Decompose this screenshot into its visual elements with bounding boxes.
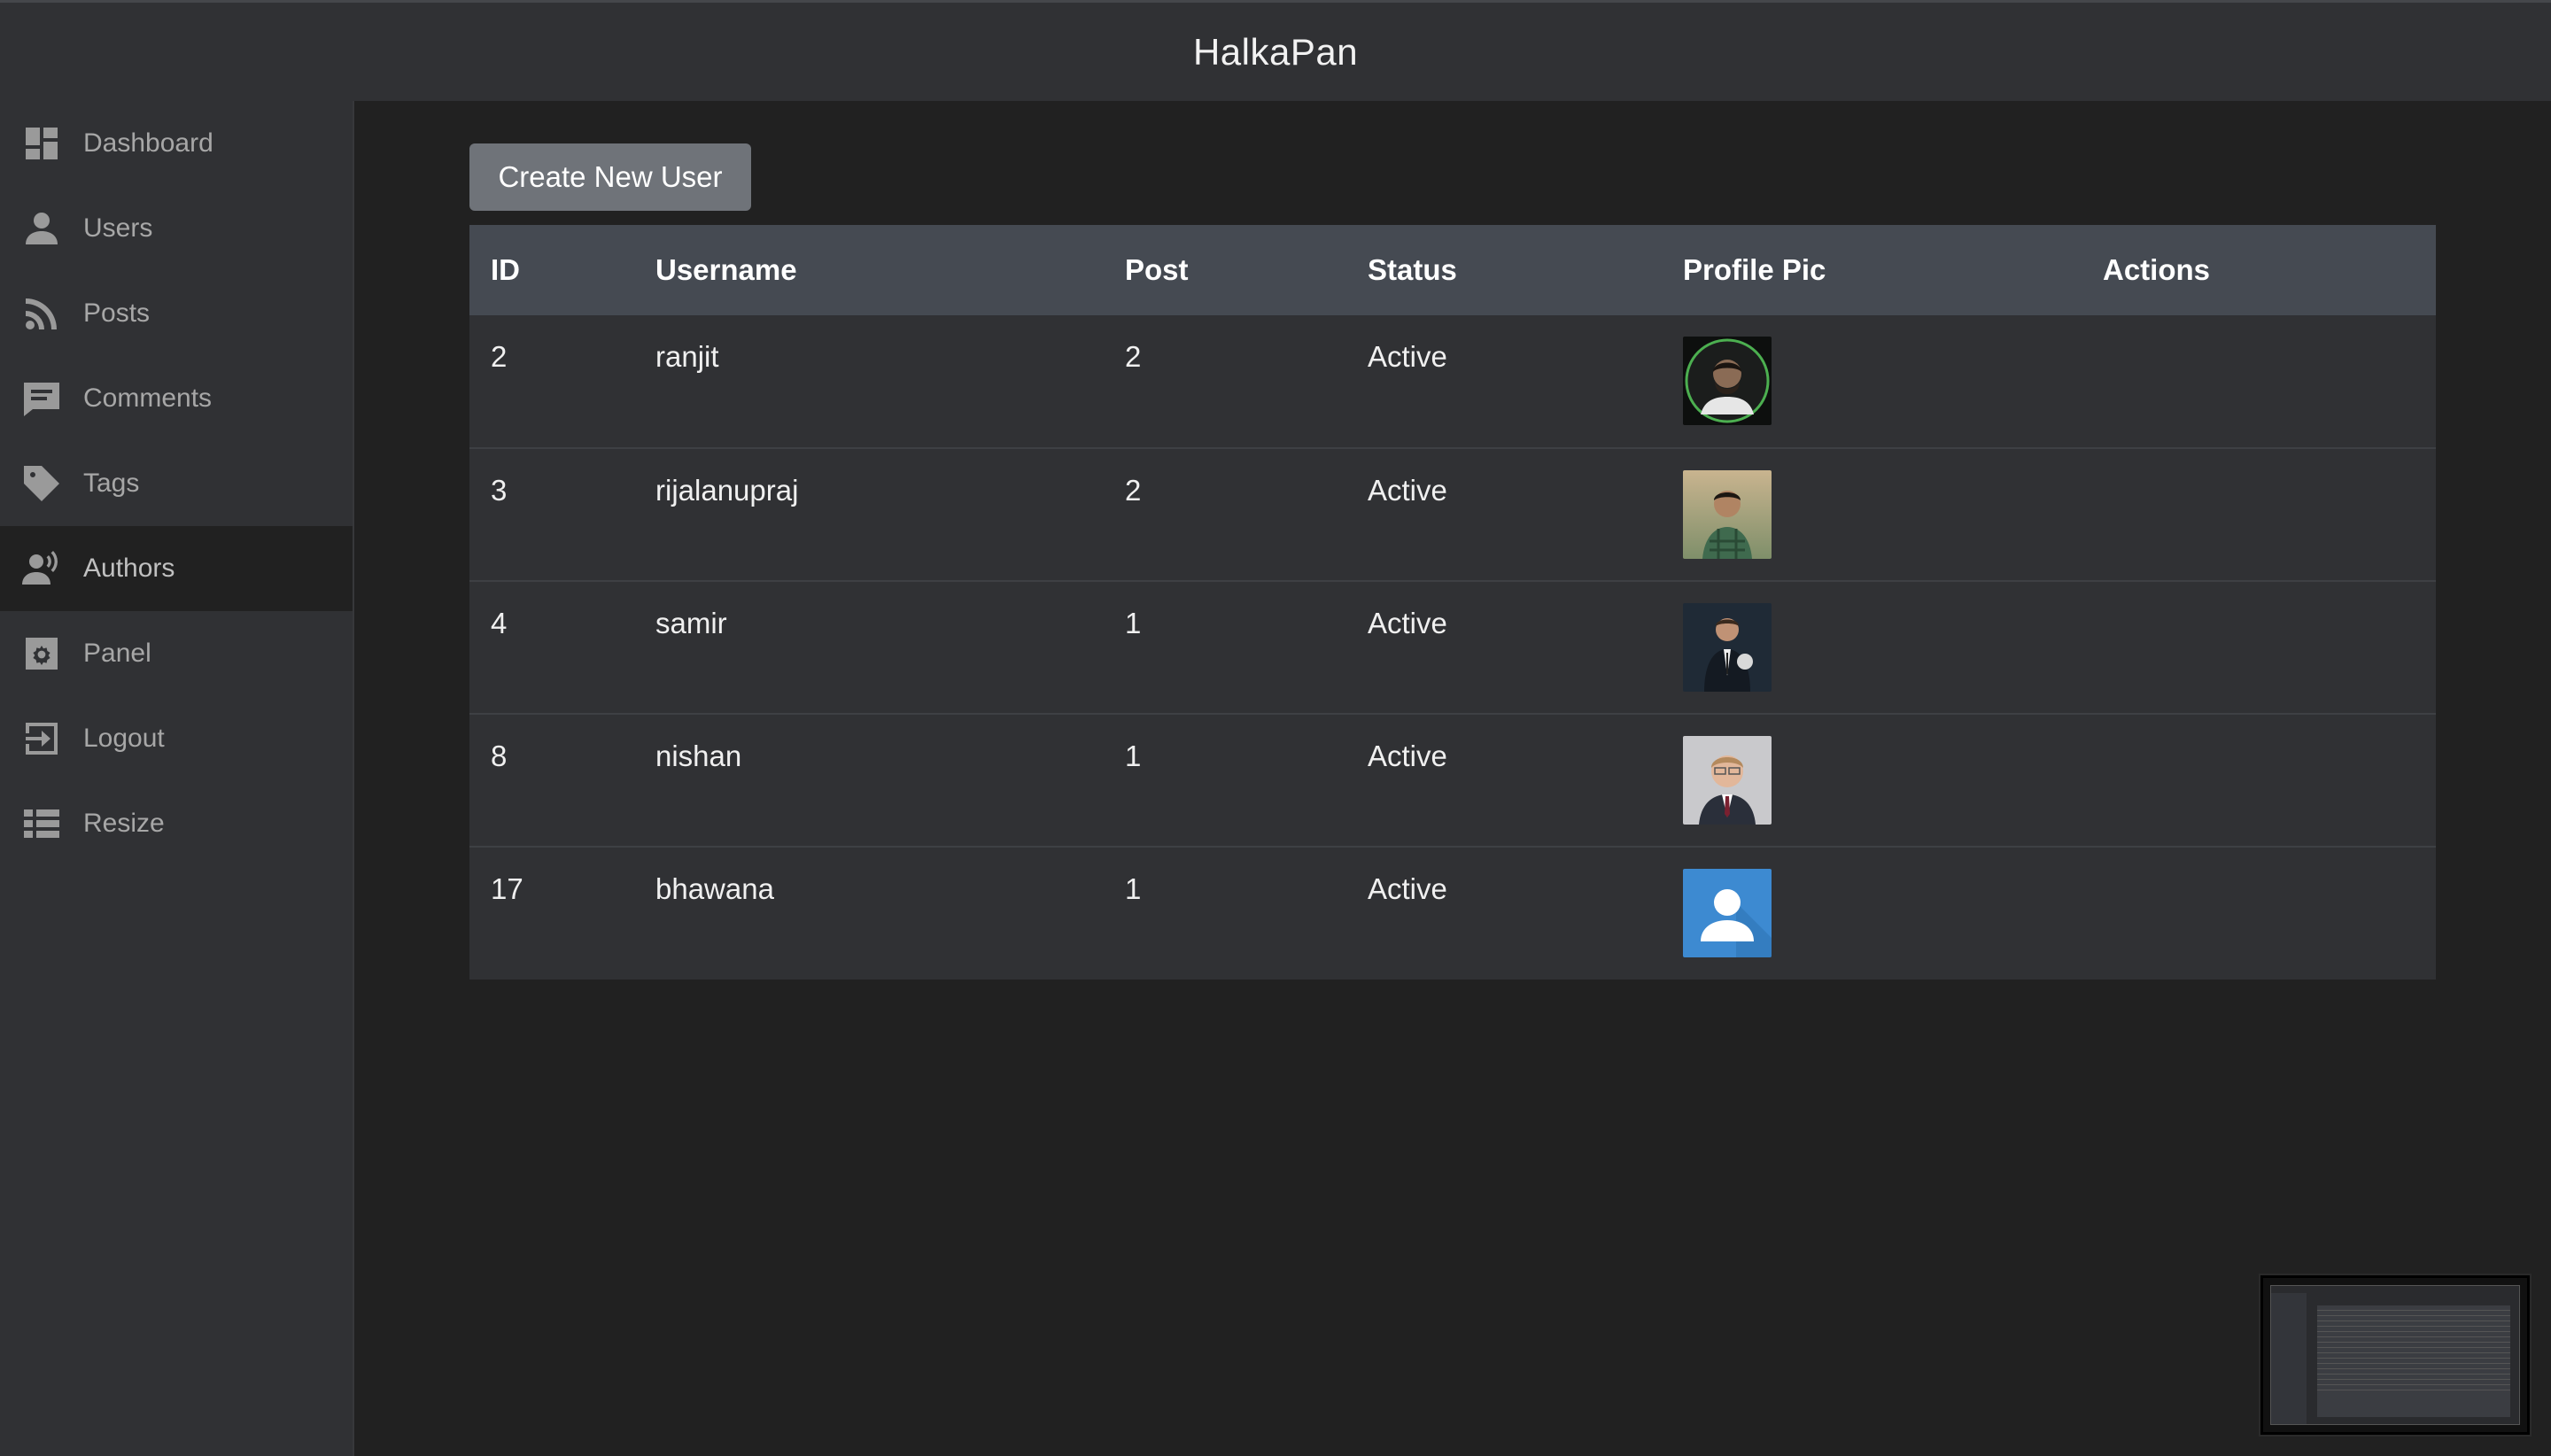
speaker-user-icon [19,546,64,591]
cell-username: samir [655,607,727,639]
sidebar-item-label: Users [83,213,153,243]
sidebar-item-label: Authors [83,554,175,583]
cell-post: 1 [1125,872,1142,905]
list-icon [19,802,64,846]
cell-id: 17 [491,872,523,905]
table-row: 17 bhawana 1 Active [469,847,2436,980]
app-title: HalkaPan [1192,30,1359,73]
sidebar-item-label: Tags [83,469,140,498]
avatar-photo-ranjit [1683,337,1772,425]
column-header-profile-pic[interactable]: Profile Pic [1662,225,2082,315]
avatar-photo-rijalanupraj [1683,470,1772,559]
minimap-sidebar [2271,1293,2307,1424]
column-header-id[interactable]: ID [469,225,634,315]
table-header-row: ID Username Post Status Profile Pic Acti… [469,225,2436,315]
dashboard-icon [19,121,64,166]
column-header-actions[interactable]: Actions [2082,225,2436,315]
cell-actions [2082,847,2436,980]
gear-icon [19,631,64,676]
cell-profile-pic [1662,714,2082,847]
sidebar-item-tags[interactable]: Tags [0,441,353,526]
cell-post: 1 [1125,607,1142,639]
sidebar-item-posts[interactable]: Posts [0,271,353,356]
cell-id: 4 [491,607,508,639]
sidebar-item-resize[interactable]: Resize [0,781,353,866]
avatar-photo-samir [1683,603,1772,692]
cell-profile-pic [1662,581,2082,714]
table-row: 8 nishan 1 Active [469,714,2436,847]
main-content: Create New User ID Username Post Status … [354,101,2551,1456]
cell-post: 2 [1125,340,1142,373]
user-icon [19,206,64,251]
cell-profile-pic [1662,847,2082,980]
sidebar-item-label: Logout [83,724,165,753]
cell-status: Active [1368,474,1447,507]
cell-status: Active [1368,872,1447,905]
cell-username: nishan [655,740,742,772]
cell-profile-pic [1662,315,2082,448]
table-row: 3 rijalanupraj 2 Active [469,448,2436,581]
tag-icon [19,461,64,506]
rss-icon [19,291,64,336]
minimap-table [2317,1305,2510,1417]
create-new-user-button[interactable]: Create New User [469,143,751,211]
sidebar-item-users[interactable]: Users [0,186,353,271]
comment-icon [19,376,64,421]
cell-status: Active [1368,607,1447,639]
cell-username: rijalanupraj [655,474,799,507]
sidebar-item-label: Panel [83,639,151,668]
table-row: 4 samir 1 Active [469,581,2436,714]
minimap-row [2317,1385,2510,1390]
sidebar-item-label: Resize [83,809,165,838]
minimap-preview[interactable] [2260,1275,2530,1435]
cell-username: bhawana [655,872,774,905]
cell-id: 8 [491,740,508,772]
cell-actions [2082,448,2436,581]
sidebar-item-dashboard[interactable]: Dashboard [0,101,353,186]
column-header-post[interactable]: Post [1104,225,1346,315]
logout-icon [19,716,64,761]
cell-actions [2082,581,2436,714]
table-row: 2 ranjit 2 Active [469,315,2436,448]
default-avatar-icon [1683,869,1772,957]
column-header-username[interactable]: Username [634,225,1104,315]
cell-profile-pic [1662,448,2082,581]
sidebar-item-authors[interactable]: Authors [0,526,353,611]
avatar-photo-nishan [1683,736,1772,825]
sidebar-item-label: Comments [83,383,213,413]
sidebar-item-label: Dashboard [83,128,213,158]
cell-id: 3 [491,474,508,507]
cell-post: 1 [1125,740,1142,772]
sidebar: Dashboard Users Posts Comments Tags Auth… [0,101,354,1456]
sidebar-item-comments[interactable]: Comments [0,356,353,441]
sidebar-item-label: Posts [83,298,151,328]
cell-actions [2082,315,2436,448]
cell-id: 2 [491,340,508,373]
column-header-status[interactable]: Status [1346,225,1662,315]
cell-actions [2082,714,2436,847]
sidebar-item-panel[interactable]: Panel [0,611,353,696]
sidebar-item-logout[interactable]: Logout [0,696,353,781]
cell-username: ranjit [655,340,719,373]
cell-status: Active [1368,740,1447,772]
users-table: ID Username Post Status Profile Pic Acti… [469,225,2436,980]
minimap-content [2270,1285,2520,1425]
cell-post: 2 [1125,474,1142,507]
cell-status: Active [1368,340,1447,373]
top-bar: HalkaPan [0,0,2551,101]
